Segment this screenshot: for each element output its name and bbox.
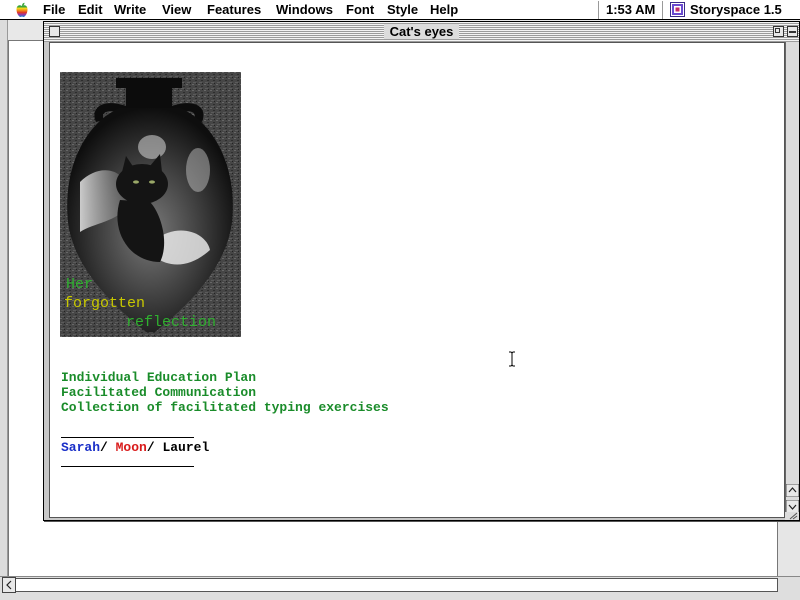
link-row: Sarah/ Moon/ Laurel (61, 440, 209, 455)
menu-font[interactable]: Font (346, 2, 374, 18)
link-laurel[interactable]: Laurel (162, 440, 209, 455)
menu-features[interactable]: Features (207, 2, 261, 18)
menubar-divider (662, 1, 663, 19)
divider-bottom (61, 466, 194, 467)
document-window: Cat's eyes Her forgotten reflection Indi… (43, 21, 800, 521)
close-box-icon[interactable] (49, 26, 60, 37)
text-line-facilitated-communication: Facilitated Communication (61, 385, 257, 400)
menu-help[interactable]: Help (430, 2, 458, 18)
menu-style[interactable]: Style (387, 2, 418, 18)
text-line-typing-exercises: Collection of facilitated typing exercis… (61, 400, 389, 415)
menubar-divider (598, 1, 599, 19)
background-window-frame (0, 20, 8, 600)
ibeam-cursor-icon (509, 351, 515, 367)
image-caption-her: Her (66, 276, 93, 293)
menu-edit[interactable]: Edit (78, 2, 103, 18)
menu-windows[interactable]: Windows (276, 2, 333, 18)
menu-bar: File Edit Write View Features Windows Fo… (0, 0, 800, 20)
image-caption-forgotten: forgotten (64, 295, 145, 312)
scroll-arrow-up-icon[interactable] (786, 484, 799, 497)
divider-top (61, 437, 194, 438)
collapse-box-icon[interactable] (787, 26, 798, 37)
menubar-clock[interactable]: 1:53 AM (606, 2, 655, 18)
scroll-arrow-left-icon[interactable] (2, 577, 16, 593)
window-title-bar[interactable] (44, 22, 799, 42)
vertical-scrollbar[interactable] (785, 42, 799, 520)
image-caption-reflection: reflection (126, 314, 216, 331)
link-sarah[interactable]: Sarah (61, 440, 100, 455)
application-menu[interactable]: Storyspace 1.5 (690, 2, 782, 18)
link-moon[interactable]: Moon (116, 440, 147, 455)
zoom-box-icon[interactable] (773, 26, 784, 37)
text-line-education-plan: Individual Education Plan (61, 370, 257, 385)
menu-file[interactable]: File (43, 2, 65, 18)
storyspace-app-icon[interactable] (670, 2, 685, 17)
resize-grip-icon[interactable] (785, 512, 799, 520)
link-separator: / (100, 440, 116, 455)
collapse-box-line (789, 31, 796, 33)
menu-write[interactable]: Write (114, 2, 146, 18)
horizontal-scrollbar[interactable] (2, 578, 778, 592)
zoom-box-inner (775, 28, 780, 33)
vase-cat-image: Her forgotten reflection (60, 72, 241, 337)
menu-view[interactable]: View (162, 2, 191, 18)
link-separator: / (146, 440, 163, 455)
apple-logo-icon[interactable] (14, 2, 30, 18)
writing-space-content[interactable]: Her forgotten reflection Individual Educ… (49, 42, 785, 518)
